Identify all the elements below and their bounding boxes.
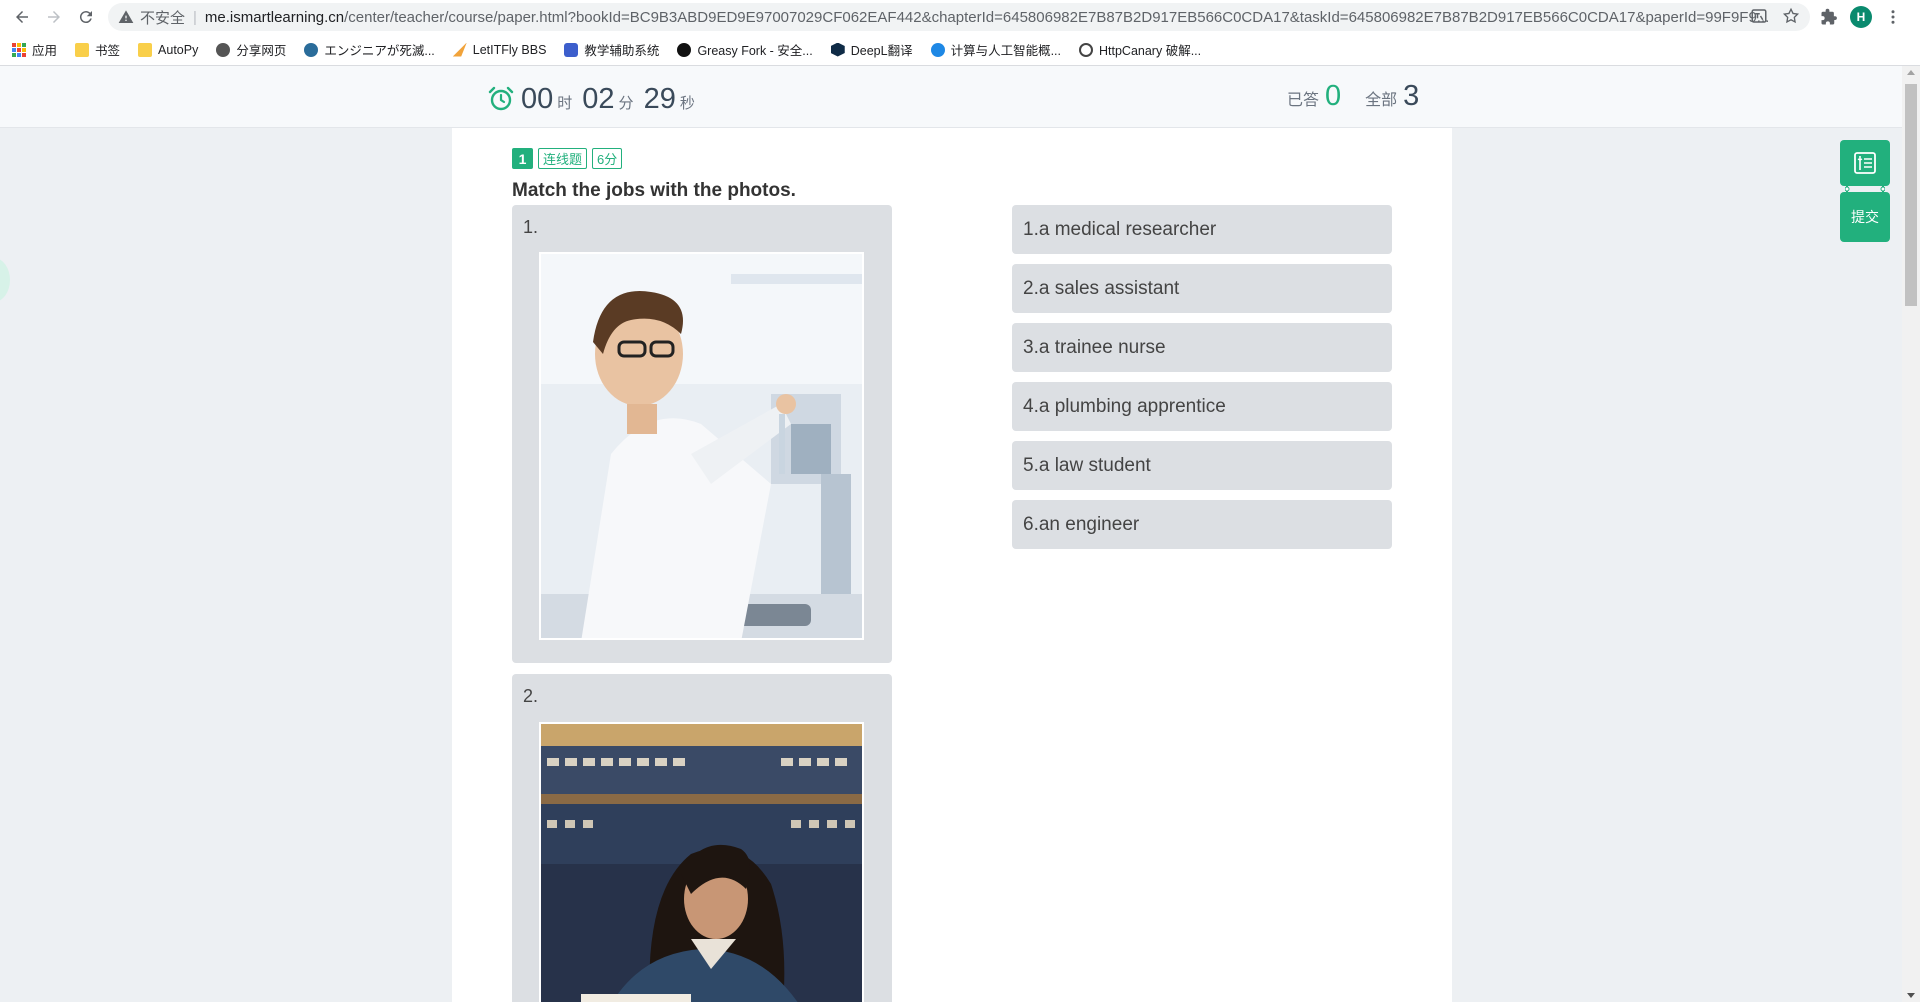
lab-researcher-photo xyxy=(539,252,864,640)
insecure-label: 不安全 xyxy=(140,9,186,27)
bookmark-folder[interactable]: AutoPy xyxy=(138,42,199,57)
bookmark-label: AutoPy xyxy=(158,42,199,57)
bookmark-label: DeepL翻译 xyxy=(850,44,913,58)
bookmark-folder[interactable]: 书签 xyxy=(75,40,120,59)
bookmark-apps[interactable]: 应用 xyxy=(12,40,57,59)
question-type-badge: 连线题 xyxy=(538,148,588,169)
side-handle[interactable] xyxy=(0,258,10,302)
site-icon xyxy=(930,42,945,57)
question-panel: 1 连线题 6分 Match the jobs with the photos.… xyxy=(452,128,1452,1002)
photo-index: 2. xyxy=(523,686,539,706)
submit-button[interactable]: 提交 xyxy=(1840,192,1890,242)
match-option[interactable]: 5.a law student xyxy=(1012,441,1392,490)
globe-icon xyxy=(216,42,231,57)
total-label: 全部 xyxy=(1365,92,1398,109)
bookmark-label: LetITFly BBS xyxy=(472,42,547,57)
timer-seconds: 29 xyxy=(643,83,676,115)
bookmark-item[interactable]: 计算与人工智能概... xyxy=(930,40,1061,59)
site-icon xyxy=(830,42,845,57)
bookmark-label: 计算与人工智能概... xyxy=(950,44,1061,58)
address-bar-actions xyxy=(1750,7,1800,25)
bookmark-label: 书签 xyxy=(95,44,121,58)
page-scrollbar[interactable] xyxy=(1902,66,1920,1002)
bookmark-item[interactable]: 教学辅助系统 xyxy=(564,40,659,59)
site-icon xyxy=(564,42,579,57)
answer-progress: 已答 0 全部 3 xyxy=(1287,80,1419,113)
url-host: me.ismartlearning.cn xyxy=(204,8,345,26)
timer-hours-unit: 时 xyxy=(557,95,573,112)
folder-icon xyxy=(75,42,90,57)
address-bar[interactable]: 不安全 | me.ismartlearning.cn /center/teach… xyxy=(108,3,1810,31)
apps-grid-icon xyxy=(12,42,26,57)
reload-button[interactable] xyxy=(70,1,102,33)
folder-icon xyxy=(138,42,153,57)
extensions-icon[interactable] xyxy=(1820,8,1838,26)
timer-hours: 00 xyxy=(521,83,554,115)
photo-index: 1. xyxy=(523,217,539,237)
translate-icon[interactable] xyxy=(1750,7,1768,25)
timer-minutes: 02 xyxy=(582,83,615,115)
exam-header: 00 时 02 分 29 秒 已答 0 全部 3 xyxy=(0,66,1902,128)
question-title: Match the jobs with the photos. xyxy=(512,180,796,201)
arrow-right-icon xyxy=(48,11,60,23)
bookmarks-bar: 应用 书签 AutoPy 分享网页 エンジニアが死滅... LetITFly B… xyxy=(0,34,1920,66)
bookmark-item[interactable]: Greasy Fork - 安全... xyxy=(677,40,813,59)
scrollbar-thumb[interactable] xyxy=(1905,84,1917,306)
profile-avatar[interactable]: H xyxy=(1850,6,1872,28)
law-student-photo xyxy=(539,722,864,1002)
lab-researcher-image xyxy=(541,254,862,638)
match-options-list: 1.a medical researcher 2.a sales assista… xyxy=(1012,205,1392,559)
bookmark-item[interactable]: エンジニアが死滅... xyxy=(304,40,435,59)
arrow-left-icon xyxy=(16,11,28,23)
bookmark-label: 应用 xyxy=(32,44,58,58)
question-badges: 1 连线题 6分 xyxy=(512,148,623,169)
bookmark-item[interactable]: 分享网页 xyxy=(216,40,286,59)
site-icon xyxy=(304,42,319,57)
match-option[interactable]: 4.a plumbing apprentice xyxy=(1012,382,1392,431)
bookmark-label: エンジニアが死滅... xyxy=(324,44,435,58)
bookmark-label: Greasy Fork - 安全... xyxy=(697,44,813,58)
question-number-badge: 1 xyxy=(512,148,533,169)
match-photo-card[interactable]: 2. xyxy=(512,674,892,1002)
reload-icon xyxy=(79,11,92,24)
bookmark-label: 分享网页 xyxy=(236,44,287,58)
question-score-badge: 6分 xyxy=(592,148,623,169)
match-option[interactable]: 1.a medical researcher xyxy=(1012,205,1392,254)
toolbar-right: H xyxy=(1820,0,1902,34)
answered-count: 0 xyxy=(1325,80,1342,112)
bookmark-label: HttpCanary 破解... xyxy=(1099,44,1202,58)
warning-icon xyxy=(118,10,134,23)
answer-sheet-icon xyxy=(1854,152,1876,174)
back-button[interactable] xyxy=(6,1,38,33)
bookmark-label: 教学辅助系统 xyxy=(584,44,660,58)
bookmark-item[interactable]: LetITFly BBS xyxy=(452,42,547,57)
total-count: 3 xyxy=(1403,80,1420,112)
bookmark-item[interactable]: DeepL翻译 xyxy=(830,40,913,59)
forward-button[interactable] xyxy=(38,1,70,33)
site-icon xyxy=(452,42,467,57)
law-student-image xyxy=(541,724,862,1002)
site-icon xyxy=(677,42,692,57)
answered-label: 已答 xyxy=(1287,92,1320,109)
star-icon[interactable] xyxy=(1782,7,1800,25)
address-separator: | xyxy=(193,8,197,26)
match-option[interactable]: 6.an engineer xyxy=(1012,500,1392,549)
scroll-down-arrow-icon[interactable] xyxy=(1907,993,1915,998)
timer-minutes-unit: 分 xyxy=(618,95,634,112)
alarm-clock-icon xyxy=(488,86,514,111)
timer-seconds-unit: 秒 xyxy=(679,95,695,112)
countdown-timer: 00 时 02 分 29 秒 xyxy=(487,80,705,116)
bookmark-item[interactable]: HttpCanary 破解... xyxy=(1079,40,1201,59)
match-option[interactable]: 3.a trainee nurse xyxy=(1012,323,1392,372)
site-icon xyxy=(1079,42,1093,57)
more-vert-icon[interactable] xyxy=(1884,8,1902,26)
url-path: /center/teacher/course/paper.html?bookId… xyxy=(344,8,1770,26)
answer-sheet-button[interactable] xyxy=(1840,140,1890,186)
match-option[interactable]: 2.a sales assistant xyxy=(1012,264,1392,313)
browser-toolbar: 不安全 | me.ismartlearning.cn /center/teach… xyxy=(0,0,1920,34)
scroll-up-arrow-icon[interactable] xyxy=(1907,70,1915,75)
match-photo-card[interactable]: 1. xyxy=(512,205,892,663)
